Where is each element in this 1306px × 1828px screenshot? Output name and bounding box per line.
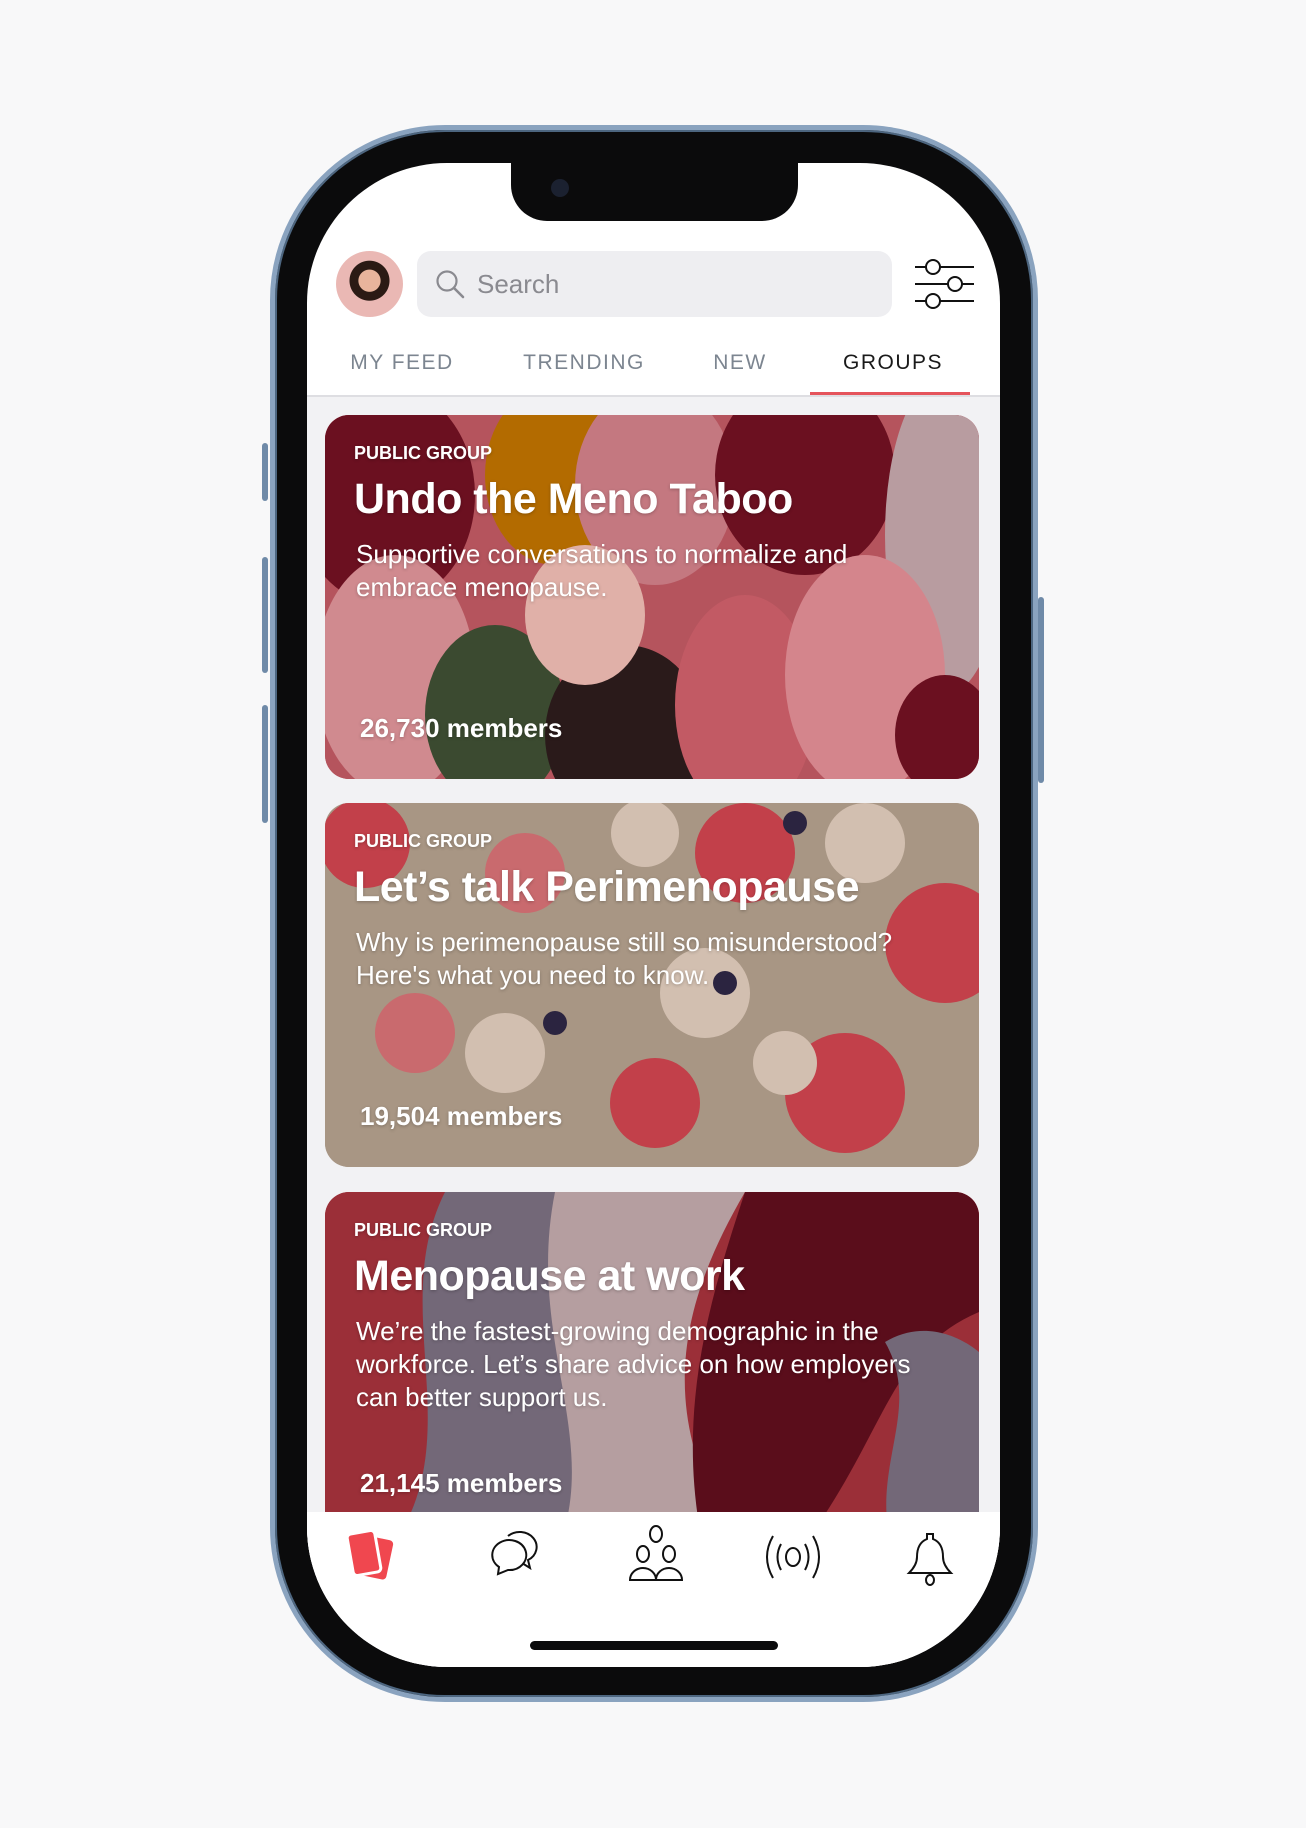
search-input[interactable]: Search [417,251,892,317]
tab-groups[interactable]: GROUPS [843,351,943,375]
feed-tabs: MY FEED TRENDING NEW GROUPS [307,339,1000,393]
group-type-label: PUBLIC GROUP [354,831,493,851]
bell-icon[interactable] [897,1524,963,1590]
app-screen: PUBLIC GROUP Undo the Meno Taboo Support… [307,163,1000,1667]
group-card[interactable]: PUBLIC GROUP Menopause at work We’re the… [325,1192,979,1556]
notch [511,163,798,221]
power-button [1038,597,1044,783]
group-title: Menopause at work [354,1252,745,1300]
search-icon [436,270,465,299]
broadcast-icon[interactable] [760,1524,826,1590]
group-card[interactable]: PUBLIC GROUP Let’s talk Perimenopause Wh… [325,803,979,1167]
group-type-label: PUBLIC GROUP [354,1220,493,1240]
groups-list: PUBLIC GROUP Undo the Meno Taboo Support… [307,397,1000,1667]
groups-icon[interactable] [623,1524,689,1590]
group-description: We’re the fastest-growing demographic in… [356,1316,911,1412]
group-description: Why is perimenopause still so misunderst… [356,927,893,990]
tabs-divider [307,395,1000,397]
cards-icon[interactable] [340,1524,406,1590]
mute-switch [262,443,268,501]
tab-trending[interactable]: TRENDING [523,351,645,375]
group-member-count: 26,730 members [360,713,563,743]
tab-my-feed[interactable]: MY FEED [350,351,453,375]
group-title: Undo the Meno Taboo [354,475,793,523]
volume-up-button [262,557,268,673]
volume-down-button [262,705,268,823]
group-title: Let’s talk Perimenopause [354,863,860,911]
group-type-label: PUBLIC GROUP [354,443,493,463]
chat-bubbles-icon[interactable] [478,1524,544,1590]
filter-sliders-icon[interactable] [915,259,974,310]
group-card[interactable]: PUBLIC GROUP Undo the Meno Taboo Support… [325,415,979,779]
search-placeholder: Search [477,268,560,299]
group-member-count: 19,504 members [360,1101,563,1131]
home-indicator[interactable] [530,1641,778,1650]
tab-new[interactable]: NEW [713,351,767,375]
profile-avatar[interactable] [336,251,403,317]
camera [551,179,569,197]
group-description: Supportive conversations to normalize an… [356,539,848,602]
group-member-count: 21,145 members [360,1468,563,1498]
